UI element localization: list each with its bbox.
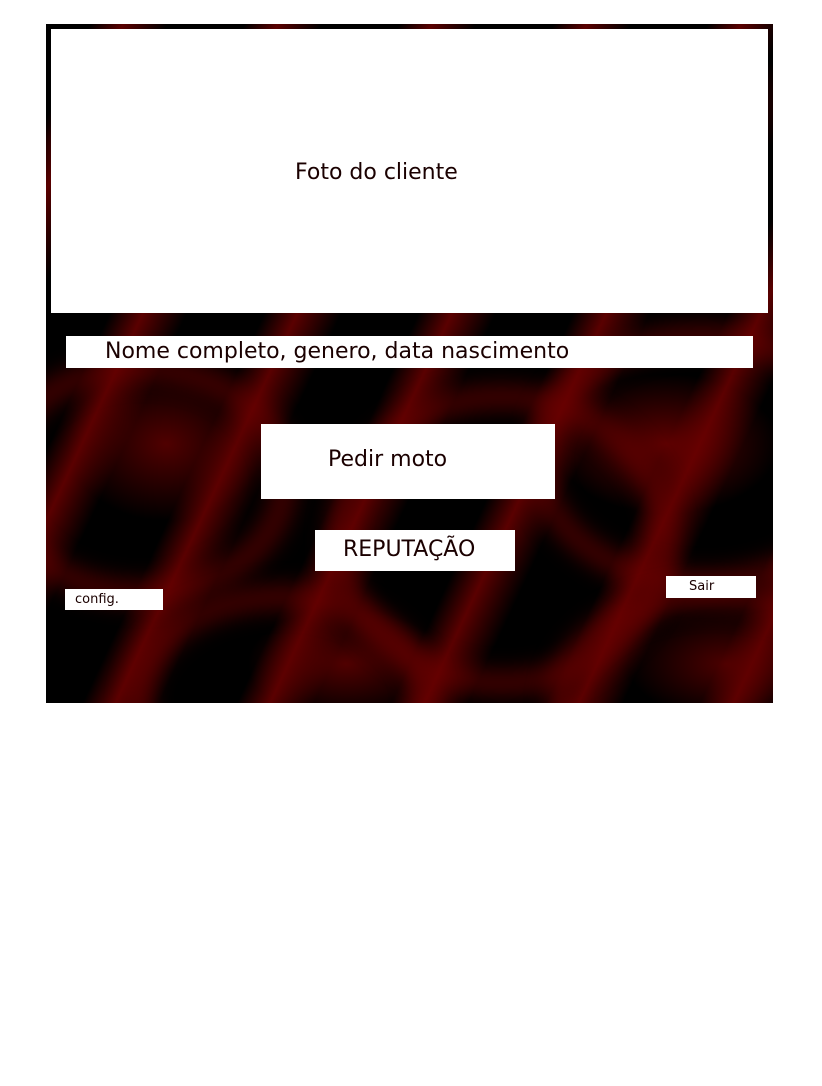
exit-label: Sair — [689, 579, 715, 594]
client-photo-area[interactable]: Foto do cliente — [51, 29, 768, 313]
config-label: config. — [75, 592, 119, 607]
order-moto-label: Pedir moto — [328, 447, 448, 472]
client-info-label: Nome completo, genero, data nascimento — [105, 339, 570, 364]
config-button[interactable]: config. — [65, 589, 163, 610]
reputation-button[interactable]: REPUTAÇÃO — [315, 530, 515, 571]
exit-button[interactable]: Sair — [666, 576, 756, 598]
client-info-bar: Nome completo, genero, data nascimento — [66, 336, 753, 368]
client-photo-label: Foto do cliente — [295, 160, 458, 185]
app-screen: Foto do cliente Nome completo, genero, d… — [46, 24, 773, 703]
order-moto-button[interactable]: Pedir moto — [261, 424, 555, 499]
reputation-label: REPUTAÇÃO — [343, 537, 476, 562]
